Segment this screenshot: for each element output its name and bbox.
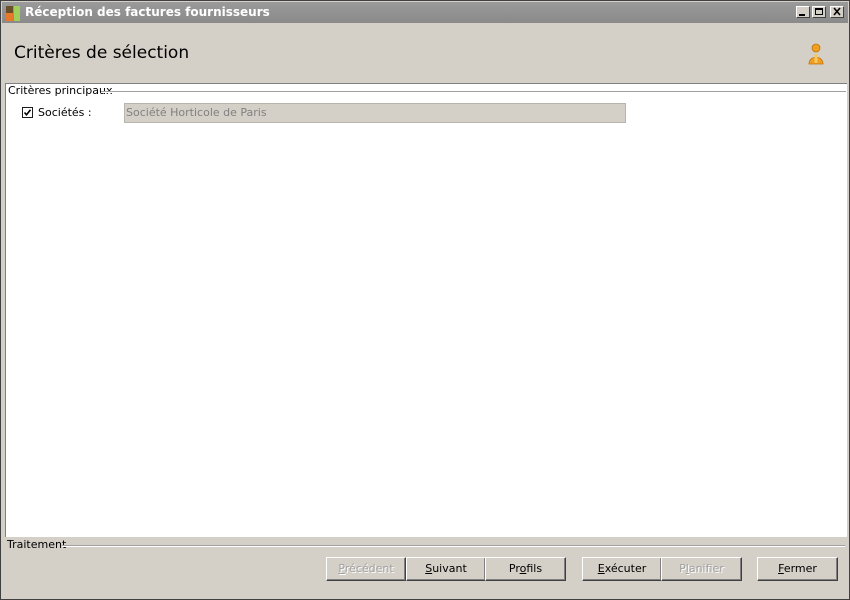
user-icon[interactable]	[807, 43, 825, 65]
page-header: Critères de sélection	[2, 23, 848, 83]
execute-button[interactable]: Exécuter	[582, 557, 662, 581]
checkmark-icon	[23, 109, 32, 117]
previous-button[interactable]: Précédent	[326, 557, 406, 581]
maximize-button[interactable]	[812, 6, 826, 18]
profiles-button[interactable]: Profils	[485, 557, 566, 581]
close-button[interactable]	[830, 6, 844, 18]
page-title: Critères de sélection	[14, 43, 190, 63]
maximize-icon	[815, 8, 823, 15]
societes-label: Sociétés :	[38, 106, 92, 119]
next-button[interactable]: Suivant	[406, 557, 486, 581]
societes-field[interactable]: Société Horticole de Paris	[124, 103, 626, 123]
app-icon	[6, 6, 20, 21]
minimize-icon	[799, 14, 805, 16]
minimize-button[interactable]	[796, 6, 810, 18]
societes-checkbox[interactable]	[22, 107, 33, 118]
window-title: Réception des factures fournisseurs	[25, 5, 270, 19]
close-icon	[833, 7, 841, 16]
group-divider	[62, 545, 845, 547]
group-label-main-criteria: Critères principaux	[8, 84, 115, 97]
processing-panel: Traitement Précédent Suivant Profils Exé…	[5, 538, 847, 598]
group-label-processing: Traitement	[7, 538, 69, 551]
criteria-panel: Critères principaux Sociétés : Société H…	[5, 83, 847, 537]
main-window: Réception des factures fournisseurs Crit…	[0, 0, 850, 600]
title-bar[interactable]: Réception des factures fournisseurs	[2, 2, 848, 23]
schedule-button[interactable]: Planifier	[661, 557, 742, 581]
close-window-button[interactable]: Fermer	[757, 557, 838, 581]
group-divider	[101, 91, 846, 93]
